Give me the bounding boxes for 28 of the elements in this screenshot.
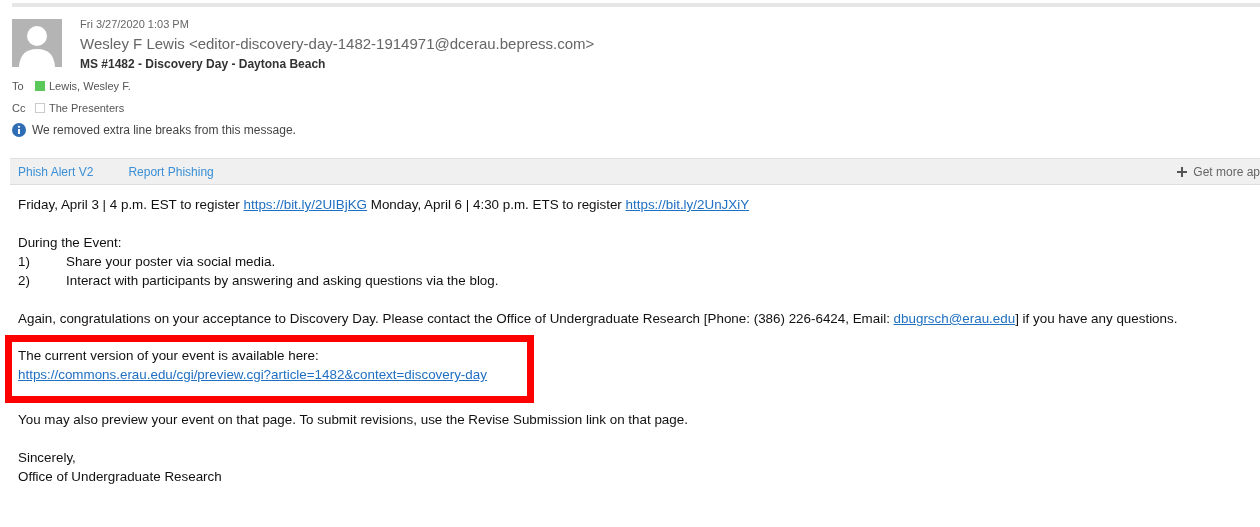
list-number: 1) [18, 253, 31, 271]
toolbar-button[interactable]: Phish Alert V2 [18, 164, 94, 179]
body-text: Sincerely, [18, 449, 77, 467]
avatar-icon [12, 19, 62, 67]
plus-icon [1177, 166, 1188, 177]
body-text: You may also preview your event on that page. To submit revisions, use the Revise Submission link on that page. [18, 411, 689, 429]
body-text: The current version of your event is available here: [18, 347, 320, 365]
recipient-name[interactable]: The Presenters [49, 102, 125, 114]
info-icon [12, 123, 26, 137]
sent-date: Fri 3/27/2020 1:03 PM [80, 18, 190, 30]
notice-text: We removed extra line breaks from this message. [32, 123, 296, 137]
list-text: Share your poster via social media. [66, 253, 276, 271]
link[interactable]: https://bit.ly/2UIBjKG [243, 197, 368, 212]
subject-line: MS #1482 - Discovery Day - Daytona Beach [80, 57, 327, 71]
body-text: Again, congratulations on your acceptance to Discovery Day. Please contact the Office of Undergraduate Research [Phone: (386) 226-6424, Email: dbugrsch@erau.edu] if you have any questions. [18, 310, 1179, 328]
recipient-name[interactable]: Lewis, Wesley F. [49, 80, 131, 92]
toolbar-button[interactable]: Report Phishing [128, 164, 214, 179]
recipient-label: To [12, 80, 25, 92]
link[interactable]: https://bit.ly/2UnJXiY [625, 197, 750, 212]
body-text: During the Event: [18, 234, 123, 252]
body-text: Office of Undergraduate Research [18, 468, 223, 486]
list-text: Interact with participants by answering and asking questions via the blog. [66, 272, 499, 290]
recipient-label: Cc [12, 102, 27, 114]
get-more-apps-button[interactable]: Get more ap [1177, 164, 1260, 179]
body-text: Friday, April 3 | 4 p.m. EST to register https://bit.ly/2UIBjKG Monday, April 6 | 4:30 p.m. ETS to register https://bit.ly/2UnJXiY [18, 196, 751, 214]
sender-name: Wesley F Lewis <editor-discovery-day-1482-1914971@dcerau.bepress.com> [80, 35, 595, 52]
link[interactable]: https://commons.erau.edu/cgi/preview.cgi?article=1482&context=discovery-day [18, 367, 487, 382]
list-number: 2) [18, 272, 31, 290]
